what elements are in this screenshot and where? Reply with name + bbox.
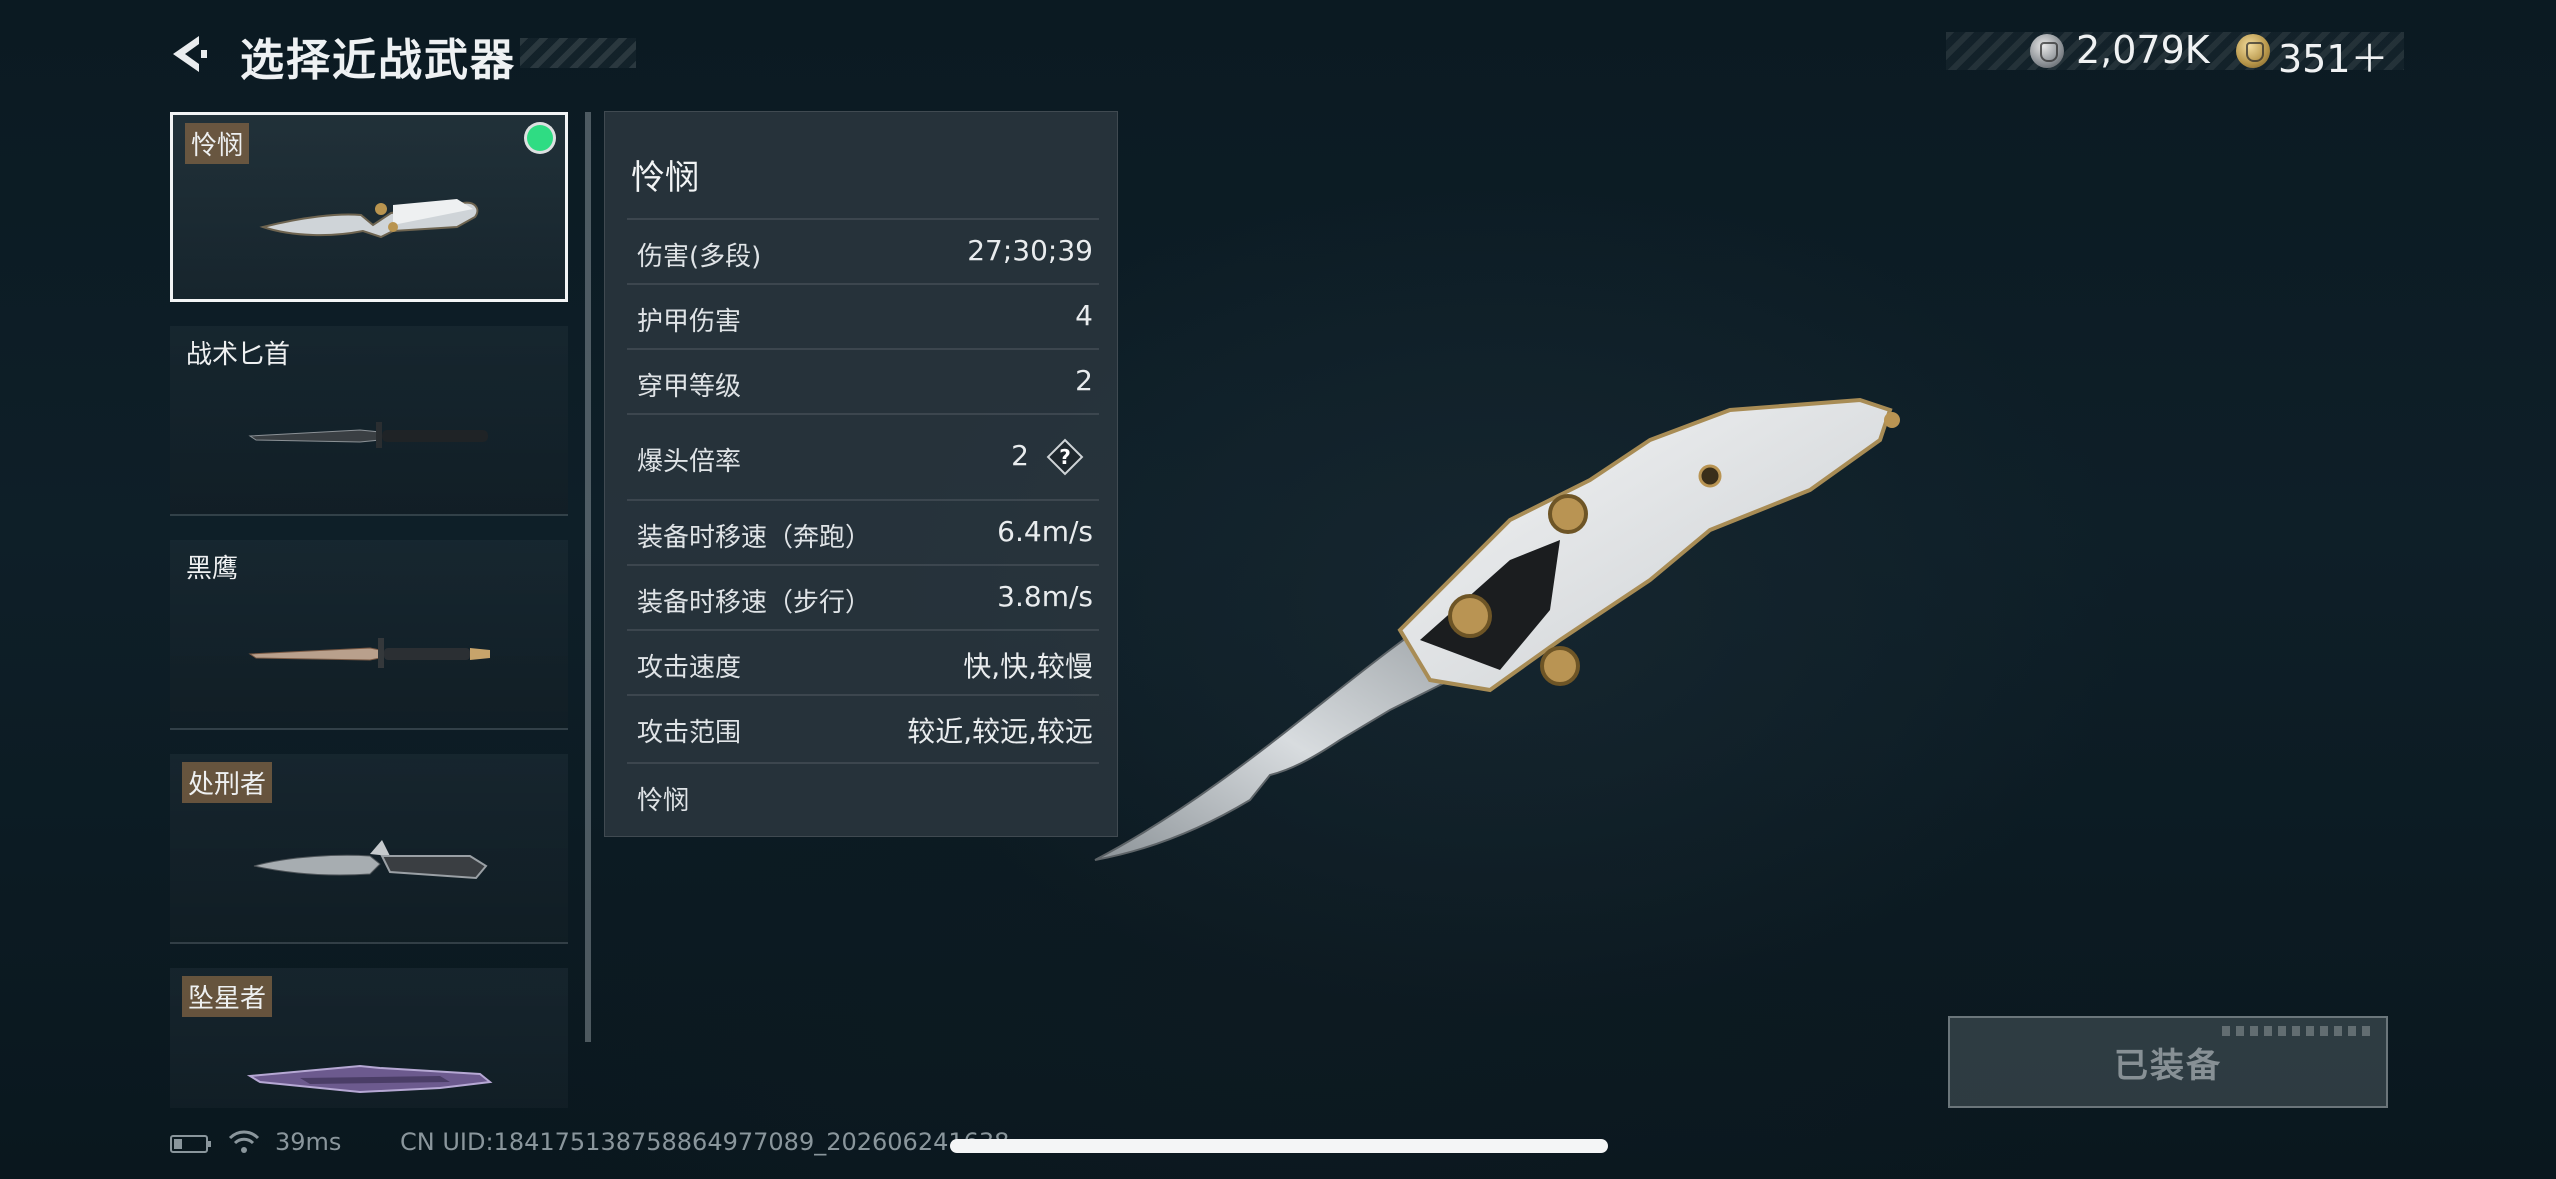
weapon-list-scrollbar[interactable] bbox=[585, 112, 591, 1042]
help-icon[interactable]: ? bbox=[1045, 437, 1085, 477]
stat-value: 快,快,较慢 bbox=[963, 650, 1093, 683]
silver-currency-value: 2,079K bbox=[2076, 28, 2210, 72]
weapon-card-starfall[interactable]: 坠星者 bbox=[170, 968, 568, 1108]
battery-icon bbox=[170, 1135, 211, 1153]
weapon-card-tactical-dagger[interactable]: 战术匕首 bbox=[170, 326, 568, 516]
weapon-name: 处刑者 bbox=[182, 762, 273, 803]
mercy-knife-icon bbox=[259, 199, 479, 239]
stat-value: 27;30;39 bbox=[967, 234, 1093, 267]
gold-coin-icon bbox=[2236, 34, 2270, 68]
weapon-description: 怜悯 bbox=[637, 786, 690, 816]
stat-label: 爆头倍率 bbox=[637, 447, 742, 477]
back-arrow-icon[interactable] bbox=[165, 30, 213, 78]
stat-label: 攻击速度 bbox=[637, 653, 742, 683]
stats-footer: 怜悯 bbox=[627, 762, 1099, 816]
stat-row-armor-damage: 护甲伤害 4 bbox=[627, 283, 1099, 349]
stat-value: 较近,较远,较远 bbox=[907, 715, 1093, 748]
stat-value: 2 bbox=[1011, 439, 1029, 472]
weapon-card-black-hawk[interactable]: 黑鹰 bbox=[170, 540, 568, 730]
equipped-button[interactable]: 已装备 bbox=[1948, 1016, 2388, 1108]
stat-row-walk-speed: 装备时移速（步行） 3.8m/s bbox=[627, 564, 1099, 630]
stat-row-attack-speed: 攻击速度 快,快,较慢 bbox=[627, 629, 1099, 695]
stat-value: 3.8m/s bbox=[997, 580, 1093, 613]
weapon-detail-name: 怜悯 bbox=[631, 158, 699, 198]
weapon-card-mercy[interactable]: 怜悯 bbox=[170, 112, 568, 302]
weapon-preview-image bbox=[1094, 397, 1900, 861]
black-hawk-knife-icon bbox=[248, 638, 490, 668]
user-uid: CN UID:184175138758864977089_20260624163… bbox=[400, 1128, 1010, 1156]
stat-label: 装备时移速（步行） bbox=[637, 588, 872, 618]
svg-text:?: ? bbox=[1059, 445, 1071, 469]
stat-label: 穿甲等级 bbox=[637, 372, 742, 402]
tactical-dagger-icon bbox=[248, 422, 488, 448]
stat-label: 攻击范围 bbox=[637, 718, 742, 748]
executioner-knife-icon bbox=[253, 840, 488, 880]
weapon-stats-panel: 怜悯 伤害(多段) 27;30;39 护甲伤害 4 穿甲等级 2 爆头倍率 2 … bbox=[604, 111, 1118, 837]
home-indicator[interactable] bbox=[950, 1139, 1608, 1153]
stat-label: 伤害(多段) bbox=[637, 242, 762, 272]
weapon-name: 坠星者 bbox=[182, 976, 273, 1017]
stat-row-run-speed: 装备时移速（奔跑） 6.4m/s bbox=[627, 499, 1099, 565]
stat-label: 护甲伤害 bbox=[637, 307, 742, 337]
weapon-name: 怜悯 bbox=[185, 123, 250, 164]
weapon-card-executioner[interactable]: 处刑者 bbox=[170, 754, 568, 944]
equipped-button-label: 已装备 bbox=[2114, 1045, 2222, 1086]
weapon-name: 黑鹰 bbox=[186, 554, 239, 584]
starfall-knife-icon bbox=[246, 1064, 493, 1094]
stat-value: 4 bbox=[1075, 299, 1093, 332]
weapon-name: 战术匕首 bbox=[186, 340, 291, 370]
button-decoration bbox=[2222, 1026, 2372, 1036]
silver-coin-icon bbox=[2030, 34, 2064, 68]
stat-value: 6.4m/s bbox=[997, 515, 1093, 548]
title-decoration bbox=[520, 38, 636, 68]
page-title: 选择近战武器 bbox=[240, 35, 516, 86]
wifi-icon bbox=[228, 1130, 260, 1153]
weapon-list: 怜悯 战术匕首 黑鹰 处刑者 坠星者 bbox=[170, 112, 570, 1108]
stat-label: 装备时移速（奔跑） bbox=[637, 523, 872, 553]
gold-currency-value[interactable]: 351＋ bbox=[2278, 28, 2389, 83]
stat-row-damage: 伤害(多段) 27;30;39 bbox=[627, 218, 1099, 284]
stat-row-penetration-level: 穿甲等级 2 bbox=[627, 348, 1099, 414]
equipped-indicator-icon bbox=[527, 125, 553, 151]
stat-row-headshot-multiplier: 爆头倍率 2 ? bbox=[627, 413, 1099, 499]
stat-row-attack-range: 攻击范围 较近,较远,较远 bbox=[627, 694, 1099, 760]
ping-latency: 39ms bbox=[275, 1128, 342, 1156]
